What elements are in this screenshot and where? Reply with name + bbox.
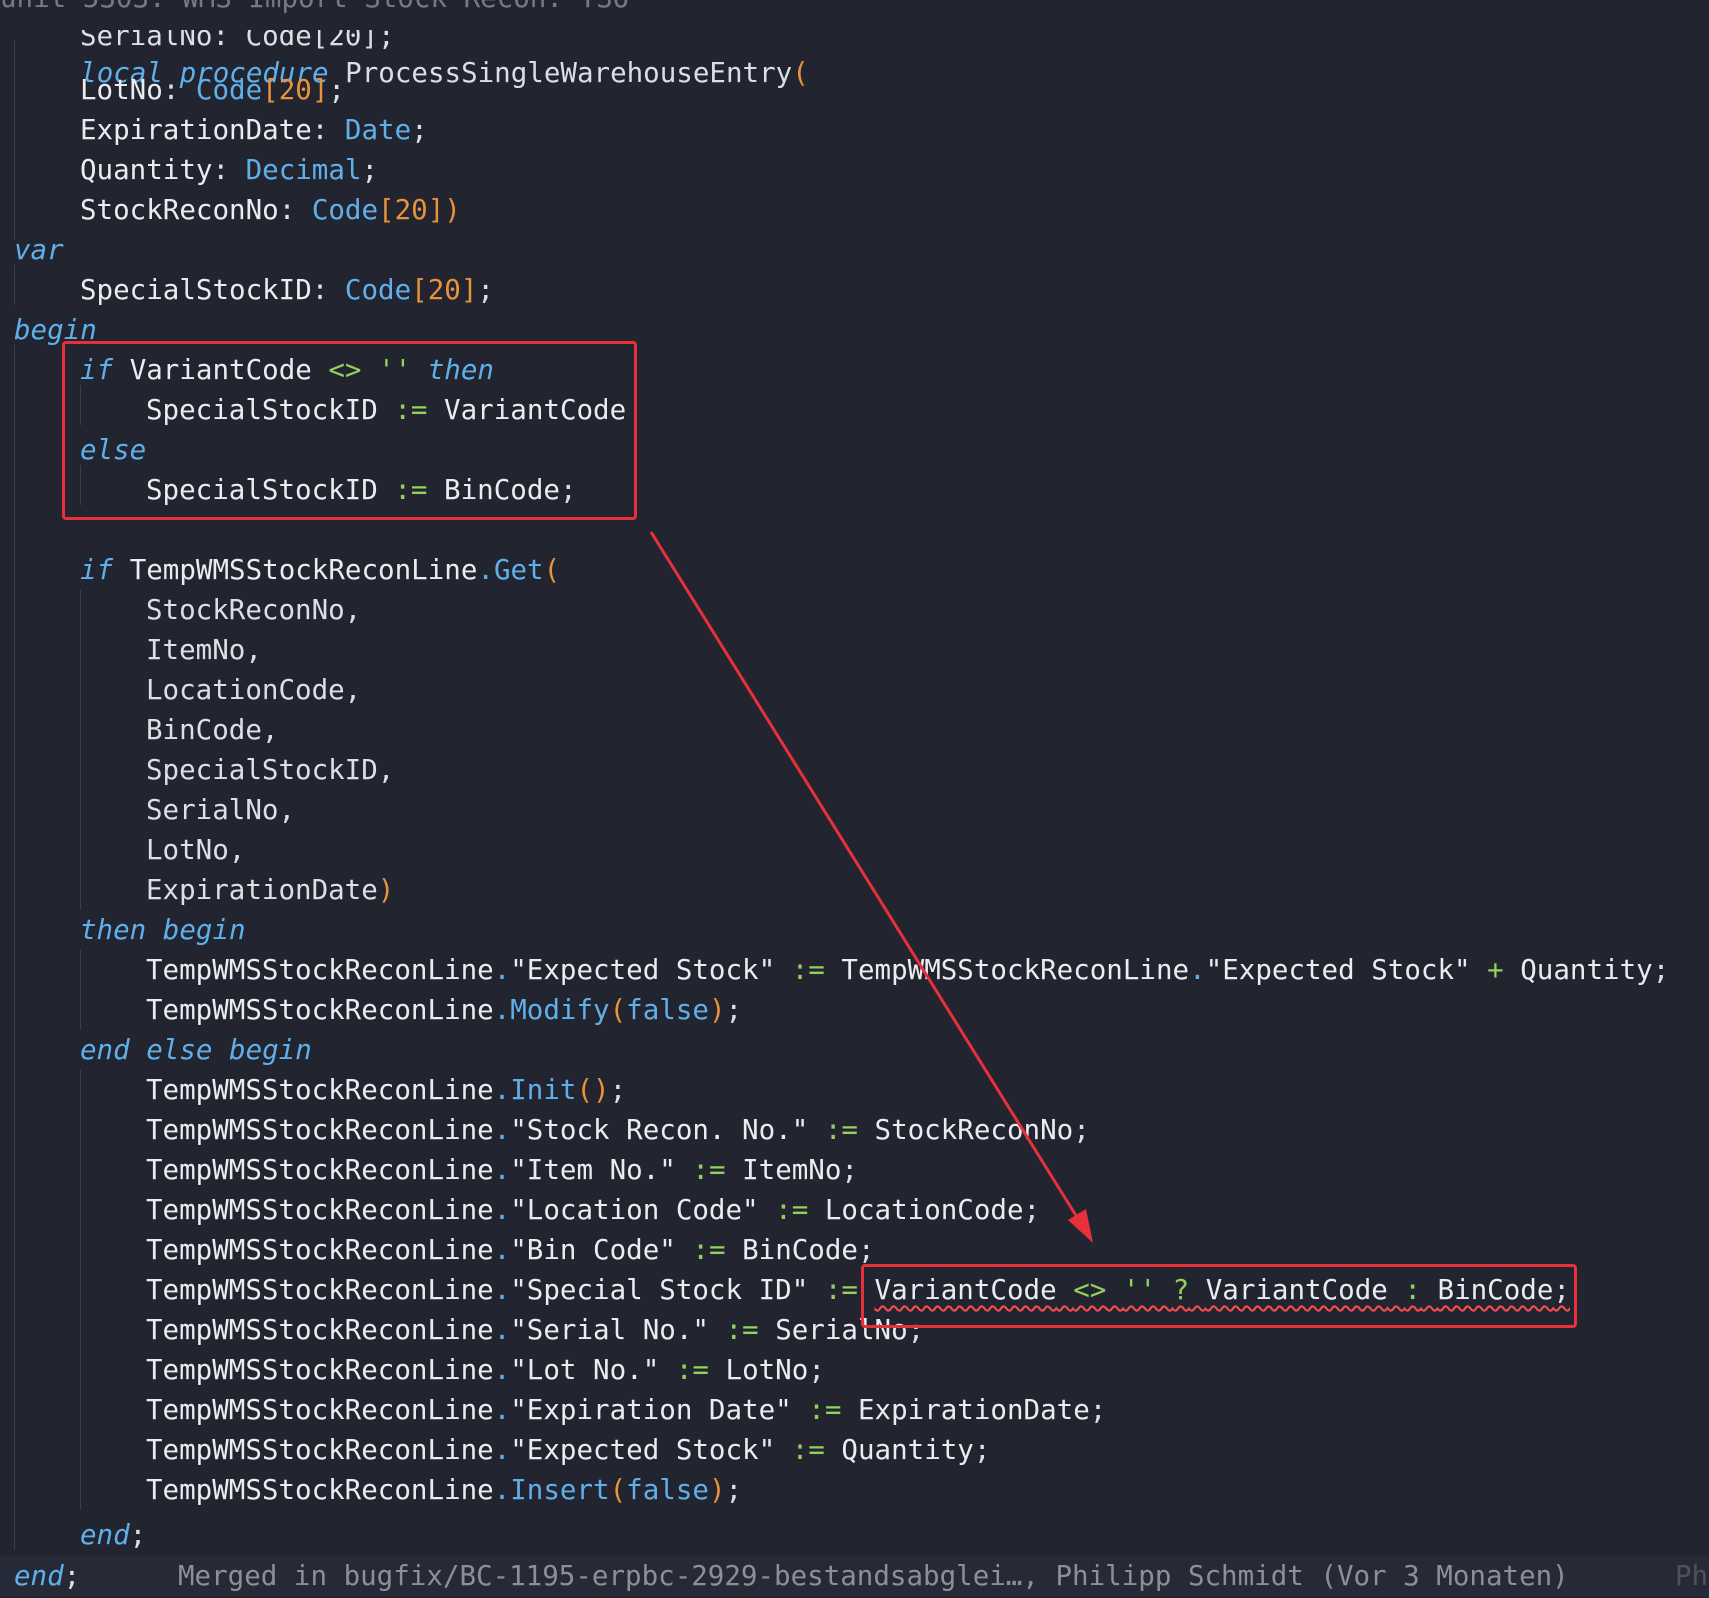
- annotation-arrow: [649, 531, 1093, 1243]
